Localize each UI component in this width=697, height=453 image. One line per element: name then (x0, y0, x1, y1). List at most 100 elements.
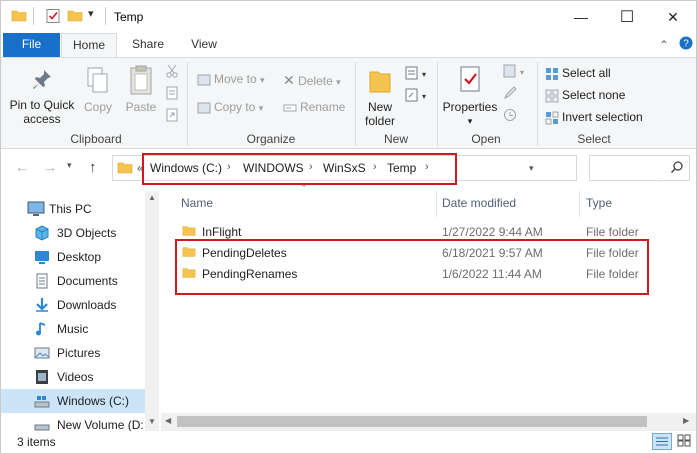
nav-item-label: Documents (57, 274, 118, 288)
address-dropdown-icon[interactable]: ▾ (529, 163, 534, 174)
nav-item-label: Desktop (57, 250, 102, 264)
up-arrow-icon[interactable]: ↑ (89, 159, 97, 176)
nav-downloads[interactable]: Downloads (1, 293, 158, 317)
delete-button[interactable]: ✕ Delete ▾ (283, 72, 341, 89)
nav-item-label: Windows (C:) (57, 394, 130, 408)
large-icons-view-button[interactable] (675, 433, 695, 450)
copy-to-button[interactable]: Copy to ▾ (197, 100, 263, 115)
details-view-icon (656, 437, 668, 446)
paste-button[interactable]: Paste (121, 64, 161, 114)
forward-arrow-icon[interactable]: → (43, 159, 57, 175)
properties-button[interactable]: Properties ▾ (441, 64, 499, 128)
ribbon-collapse-icon[interactable]: ⌃ (659, 38, 669, 52)
ribbon: Pin to Quick access Copy Paste Clipboard (1, 57, 696, 149)
column-header-name[interactable]: Name (181, 196, 213, 210)
back-arrow-icon[interactable]: ← (15, 159, 29, 175)
cut-icon[interactable] (165, 64, 179, 81)
sort-indicator-icon: ⌃ (300, 183, 308, 193)
recent-locations-icon[interactable]: ▾ (67, 160, 72, 171)
move-to-button[interactable]: Move to ▾ (197, 72, 265, 87)
scroll-right-icon[interactable]: ▶ (683, 416, 689, 425)
highlight-address-box (142, 153, 457, 185)
minimize-button[interactable]: — (558, 1, 604, 33)
navigation-pane: This PC 3D Objects Desktop Documents Dow… (1, 191, 159, 432)
rename-button[interactable]: Rename (283, 100, 345, 115)
edit-icon[interactable] (503, 86, 517, 103)
column-divider[interactable] (579, 191, 580, 217)
select-none-button[interactable]: Select none (545, 88, 625, 103)
column-header-type[interactable]: Type (586, 196, 612, 210)
close-button[interactable]: ✕ (650, 1, 696, 33)
group-divider (355, 62, 356, 146)
properties-icon (441, 64, 499, 100)
nav-pictures[interactable]: Pictures (1, 341, 158, 365)
nav-item-label: Downloads (57, 298, 117, 312)
title-bar: ▾ Temp — ☐ ✕ (1, 1, 696, 33)
paste-shortcut-icon[interactable] (165, 108, 179, 125)
scroll-left-icon[interactable]: ◀ (165, 416, 171, 425)
search-icon (670, 160, 684, 177)
nav-item-label: New Volume (D: (57, 418, 144, 432)
nav-music[interactable]: Music (1, 317, 158, 341)
navigation-pane-scrollbar[interactable]: ▲ ▼ (145, 191, 159, 431)
select-all-button[interactable]: Select all (545, 66, 611, 81)
item-count: 3 items (17, 435, 56, 449)
group-divider (187, 62, 188, 146)
copy-button[interactable]: Copy (81, 64, 115, 114)
properties-label: Properties (442, 100, 498, 114)
invert-selection-label: Invert selection (562, 110, 643, 124)
copy-icon (81, 64, 115, 100)
nav-this-pc[interactable]: This PC (1, 197, 158, 221)
svg-text:▾: ▾ (422, 70, 426, 79)
nav-item-label: Pictures (57, 346, 101, 360)
search-input[interactable] (589, 155, 690, 181)
nav-item-label: 3D Objects (57, 226, 117, 240)
copy-path-icon[interactable] (165, 86, 179, 103)
rename-label: Rename (300, 100, 346, 114)
new-folder-qat-icon[interactable] (67, 8, 83, 27)
nav-item-label: Videos (57, 370, 94, 384)
maximize-button[interactable]: ☐ (604, 1, 650, 33)
invert-selection-button[interactable]: Invert selection (545, 110, 643, 125)
tab-file[interactable]: File (3, 33, 60, 57)
scroll-up-icon[interactable]: ▲ (148, 193, 156, 202)
select-none-label: Select none (562, 88, 626, 102)
tab-view[interactable]: View (179, 33, 229, 57)
tab-home[interactable]: Home (61, 33, 117, 58)
nav-desktop[interactable]: Desktop (1, 245, 158, 269)
tab-share[interactable]: Share (123, 33, 173, 57)
delete-icon: ✕ (283, 72, 295, 88)
nav-3d-objects[interactable]: 3D Objects (1, 221, 158, 245)
pin-icon (7, 68, 77, 98)
nav-documents[interactable]: Documents (1, 269, 158, 293)
details-view-button[interactable] (652, 433, 672, 450)
properties-qat-icon[interactable] (45, 8, 61, 27)
nav-videos[interactable]: Videos (1, 365, 158, 389)
scroll-down-icon[interactable]: ▼ (148, 417, 156, 426)
highlight-rows-box (175, 239, 649, 295)
column-header-date-modified[interactable]: Date modified (442, 196, 516, 210)
svg-text:▾: ▾ (520, 68, 524, 77)
music-icon (34, 321, 50, 337)
new-item-icon[interactable]: ▾ (405, 66, 427, 83)
qat-divider (33, 7, 34, 25)
pin-label-line2: access (23, 112, 61, 126)
scrollbar-thumb[interactable] (177, 416, 647, 427)
paste-icon (121, 64, 161, 100)
group-divider (537, 62, 538, 146)
help-icon[interactable]: ? (679, 36, 693, 53)
window-title: Temp (114, 10, 144, 24)
copy-label: Copy (83, 100, 112, 114)
properties-dropdown-icon: ▾ (467, 116, 473, 126)
nav-windows-c[interactable]: Windows (C:) (1, 389, 158, 413)
invert-selection-icon (545, 111, 559, 125)
file-list-horizontal-scrollbar[interactable]: ◀ ▶ (161, 413, 696, 431)
easy-access-icon[interactable]: ▾ (405, 88, 427, 105)
pin-to-quick-access-button[interactable]: Pin to Quick access (7, 68, 77, 126)
open-icon[interactable]: ▾ (503, 64, 525, 81)
new-folder-button[interactable]: New folder (359, 64, 401, 128)
column-divider[interactable] (436, 191, 437, 217)
3d-objects-icon (34, 225, 50, 241)
history-icon[interactable] (503, 108, 517, 125)
customize-qat-icon[interactable]: ▾ (88, 7, 94, 20)
